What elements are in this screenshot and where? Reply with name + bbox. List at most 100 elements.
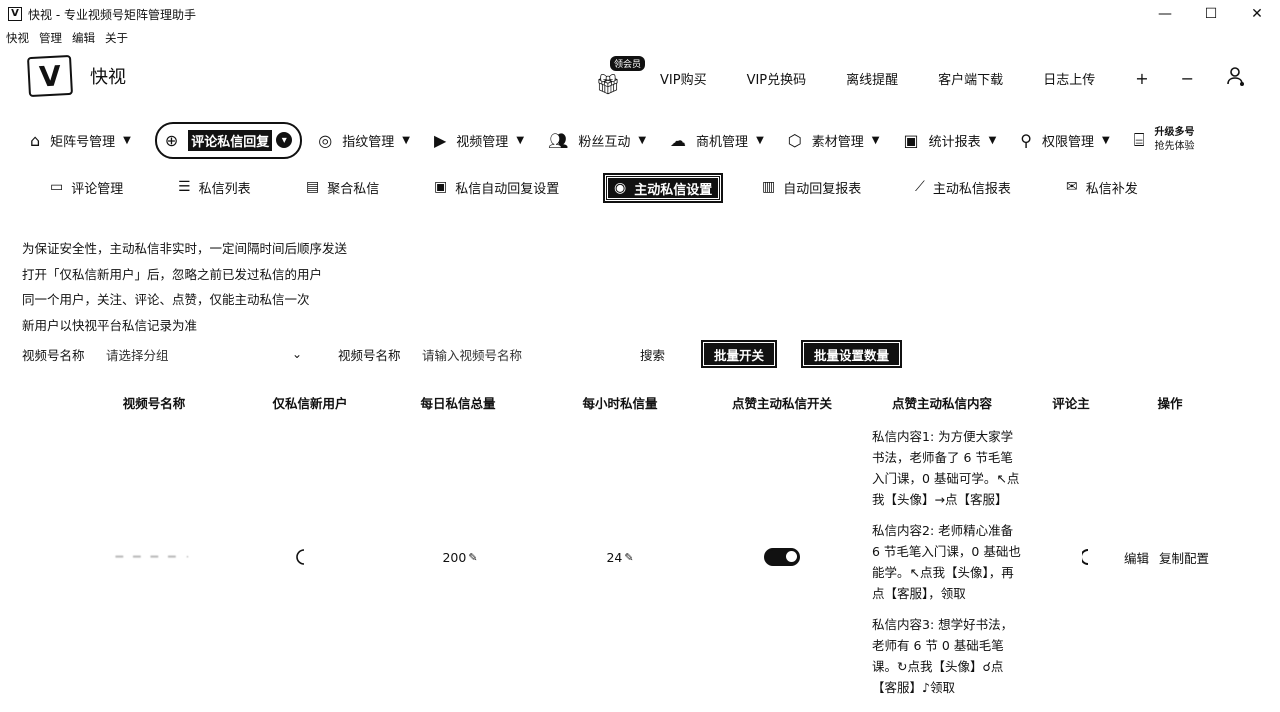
like-switch[interactable] <box>764 546 800 568</box>
nav-leads[interactable]: ☁ 商机管理 ▼ <box>670 131 764 150</box>
nav-fans[interactable]: 👥︎ 粉丝互动 ▼ <box>548 131 646 150</box>
batch-toggle-button[interactable]: 批量开关 <box>700 340 778 368</box>
nav-label: 指纹管理 <box>342 134 395 150</box>
home-icon: ⌂ <box>30 130 41 150</box>
col-daily-total: 每日私信总量 <box>420 395 496 411</box>
tab-label: 私信自动回复设置 <box>455 181 560 197</box>
message-content: 私信内容1: 为方便大家学书法，老师备了 6 节毛笔入门课，0 基础可学。↖点我… <box>872 429 1020 507</box>
nav-comment-reply[interactable]: ⊕ 评论私信回复 ▾ <box>154 121 303 159</box>
chevron-down-icon: ▾ <box>276 132 293 148</box>
chevron-down-icon: ▼ <box>516 134 525 146</box>
nav-matrix-accounts[interactable]: ⌂ 矩阵号管理 ▼ <box>30 131 131 150</box>
brand: V 快视 <box>26 54 126 98</box>
tab-auto-reply-settings[interactable]: ▣ 私信自动回复设置 <box>434 174 559 200</box>
tab-proactive-report[interactable]: ⟋ 主动私信报表 <box>915 174 1011 200</box>
user-account-icon[interactable] <box>1226 66 1245 90</box>
tab-aggregate-messages[interactable]: ▤ 聚合私信 <box>306 174 379 200</box>
table-row: ━ ━ ━ ━ · 200 ✎ 24 ✎ 私信内容1: 为方便大家学书法，老师备… <box>0 420 1280 712</box>
nav-materials[interactable]: ⬡ 素材管理 ▼ <box>788 131 880 150</box>
search-button[interactable]: 搜索 <box>640 340 665 368</box>
nav-fingerprint[interactable]: ◎ 指纹管理 ▼ <box>318 131 410 150</box>
batch-set-count-button[interactable]: 批量设置数量 <box>800 340 903 368</box>
tab-label: 私信列表 <box>198 181 251 197</box>
close-button[interactable]: ✕ <box>1234 0 1280 28</box>
tab-message-list[interactable]: ☰ 私信列表 <box>178 174 251 200</box>
tab-label: 主动私信报表 <box>932 181 1011 197</box>
account-name-label: 视频号名称 <box>338 347 401 363</box>
gift-icon: 🎁︎ <box>595 72 621 96</box>
app-icon: V <box>8 7 22 21</box>
nav-video[interactable]: ▶ 视频管理 ▼ <box>434 131 524 150</box>
nav-permissions[interactable]: ⚲ 权限管理 ▼ <box>1020 131 1109 150</box>
upgrade-line2: 抢先体验 <box>1154 141 1195 152</box>
menu-edit[interactable]: 编辑 <box>72 30 95 46</box>
loading-icon <box>296 549 305 565</box>
title-bar: V 快视 - 专业视频号矩阵管理助手 — ☐ ✕ <box>0 0 1280 28</box>
tab-label: 评论管理 <box>71 181 124 197</box>
nav-label: 权限管理 <box>1042 134 1095 150</box>
upgrade-line1: 升级多号 <box>1154 127 1195 138</box>
row-actions: 编辑 复制配置 <box>1124 546 1219 568</box>
chevron-down-icon: ▼ <box>123 134 131 146</box>
vip-redeem-link[interactable]: VIP兑换码 <box>747 69 807 88</box>
client-download-link[interactable]: 客户端下载 <box>938 69 1003 88</box>
minimize-button[interactable]: — <box>1142 0 1188 28</box>
edit-button[interactable]: 编辑 <box>1124 548 1149 567</box>
nav-label: 粉丝互动 <box>578 134 631 150</box>
vip-purchase-link[interactable]: VIP购买 <box>660 69 707 88</box>
tab-label: 聚合私信 <box>327 181 380 197</box>
nav-label: 素材管理 <box>811 134 864 150</box>
auto-reply-icon: ▣ <box>434 179 448 195</box>
toggle-switch[interactable] <box>764 548 800 566</box>
notice-line: 打开「仅私信新用户」后，忽略之前已发过私信的用户 <box>22 266 323 282</box>
primary-nav: ⌂ 矩阵号管理 ▼ ⊕ 评论私信回复 ▾ ◎ 指纹管理 ▼ ▶ 视频管理 ▼ 👥… <box>30 121 1195 159</box>
hourly-cell[interactable]: 24 ✎ <box>580 546 660 568</box>
edit-icon[interactable]: ✎ <box>624 551 633 564</box>
sub-nav: ▭ 评论管理 ☰ 私信列表 ▤ 聚合私信 ▣ 私信自动回复设置 ◉ 主动私信设置… <box>0 173 1280 203</box>
chart-icon: ▣ <box>903 130 919 150</box>
tab-auto-reply-report[interactable]: ▥ 自动回复报表 <box>762 174 861 200</box>
offline-alert-link[interactable]: 离线提醒 <box>846 69 898 88</box>
tab-label: 私信补发 <box>1085 181 1138 197</box>
chevron-down-icon: ▼ <box>756 134 764 146</box>
vip-gift-button[interactable]: 🎁︎ 领会员 <box>590 56 646 96</box>
daily-total-value: 200 <box>442 549 467 565</box>
bar-chart-icon: ▥ <box>762 179 776 195</box>
plus-icon[interactable]: + <box>1135 69 1148 88</box>
user-circle-icon: ◉ <box>614 180 627 196</box>
new-users-only-toggle[interactable] <box>290 546 310 568</box>
tab-proactive-message-settings[interactable]: ◉ 主动私信设置 <box>602 173 724 203</box>
log-upload-link[interactable]: 日志上传 <box>1043 69 1095 88</box>
tab-label: 主动私信设置 <box>634 182 713 198</box>
users-icon: 👥︎ <box>548 130 569 150</box>
tab-comment-manage[interactable]: ▭ 评论管理 <box>50 174 123 200</box>
menu-kuaishi[interactable]: 快视 <box>6 30 29 46</box>
daily-total-cell[interactable]: 200 ✎ <box>420 546 500 568</box>
cloud-icon: ☁ <box>670 130 687 150</box>
col-hourly: 每小时私信量 <box>582 395 658 411</box>
account-name-input[interactable]: 请输入视频号名称 <box>422 340 622 368</box>
minus-icon[interactable]: − <box>1181 69 1194 88</box>
maximize-button[interactable]: ☐ <box>1188 0 1234 28</box>
vip-badge: 领会员 <box>610 56 646 71</box>
edit-icon[interactable]: ✎ <box>468 551 477 564</box>
nav-reports[interactable]: ▣ 统计报表 ▼ <box>903 131 996 150</box>
play-icon: ▶ <box>433 130 447 150</box>
tab-message-resend[interactable]: ✉ 私信补发 <box>1066 174 1138 200</box>
user-key-icon: ⚲ <box>1020 130 1033 150</box>
upgrade-button[interactable]: ⌸ 升级多号 抢先体验 <box>1134 126 1195 154</box>
comment-icon: ▭ <box>50 179 64 195</box>
mail-resend-icon: ✉ <box>1066 179 1078 195</box>
menu-about[interactable]: 关于 <box>105 30 128 46</box>
comment-switch[interactable] <box>1080 546 1092 568</box>
col-new-users-only: 仅私信新用户 <box>272 395 348 411</box>
aggregate-icon: ▤ <box>306 179 320 195</box>
copy-config-button[interactable]: 复制配置 <box>1159 548 1209 567</box>
window-title: 快视 - 专业视频号矩阵管理助手 <box>28 7 196 22</box>
menu-manage[interactable]: 管理 <box>39 30 62 46</box>
like-message-contents: 私信内容1: 为方便大家学书法，老师备了 6 节毛笔入门课，0 基础可学。↖点我… <box>872 426 1022 708</box>
group-select-value: 请选择分组 <box>106 347 169 363</box>
table-header: 视频号名称 仅私信新用户 每日私信总量 每小时私信量 点赞主动私信开关 点赞主动… <box>0 390 1280 414</box>
group-select[interactable]: 请选择分组 ⌄ <box>106 340 302 368</box>
nav-label: 矩阵号管理 <box>50 134 116 150</box>
